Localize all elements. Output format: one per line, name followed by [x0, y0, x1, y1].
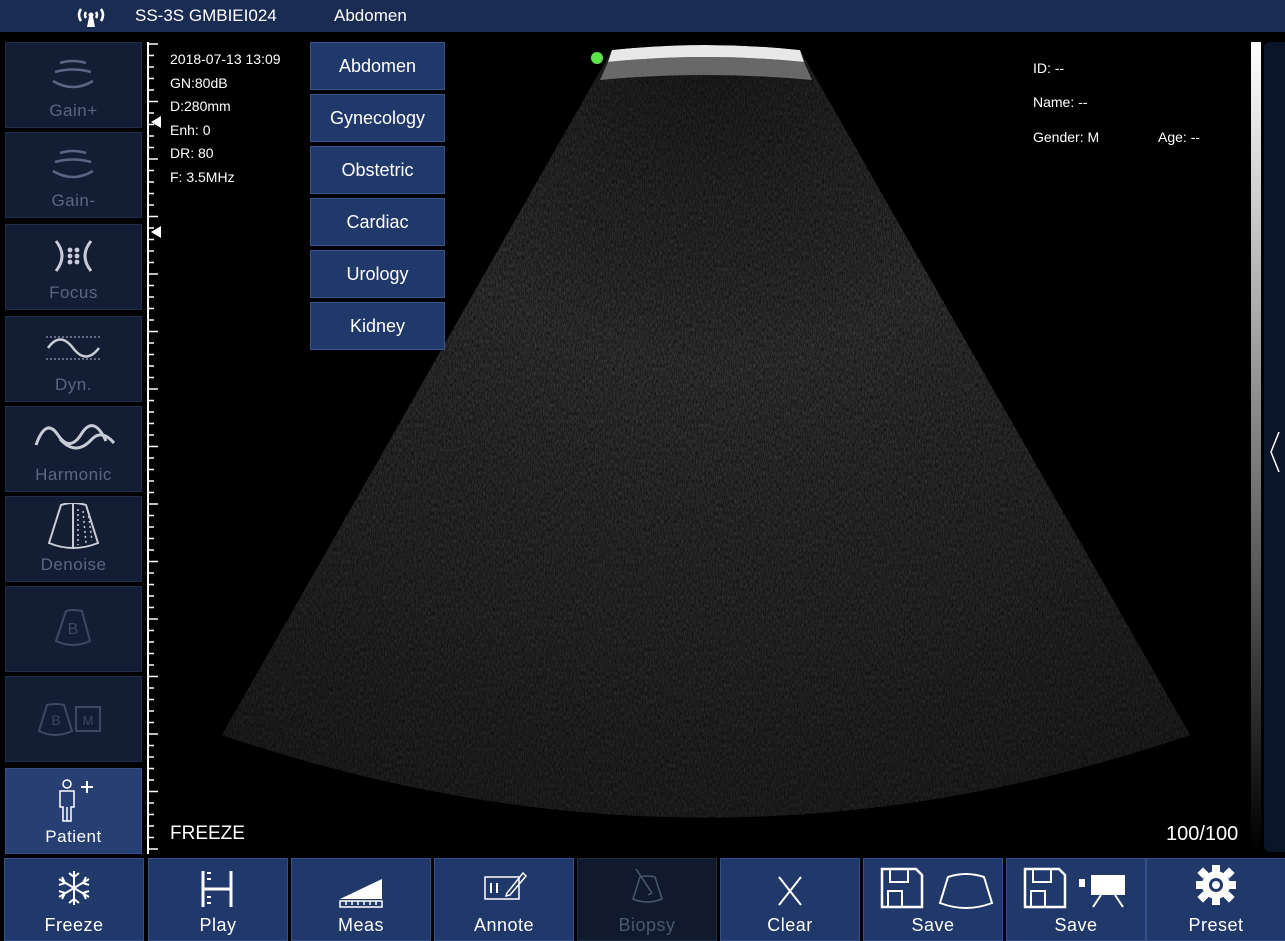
- measure-label: Meas: [337, 915, 384, 935]
- imaging-parameters: 2018-07-13 13:09 GN:80dB D:280mm Enh: 0 …: [170, 48, 281, 189]
- harmonic-label: Harmonic: [35, 465, 112, 484]
- b-mode-icon: B: [54, 609, 92, 646]
- frequency-value: F: 3.5MHz: [170, 168, 235, 185]
- harmonic-button[interactable]: Harmonic: [5, 406, 142, 492]
- bottom-toolbar: Freeze Play Meas Annote Biopsy Clear Sav…: [0, 856, 1285, 941]
- patient-id: ID: --: [1033, 60, 1065, 76]
- biopsy-button[interactable]: Biopsy: [577, 858, 717, 941]
- current-preset[interactable]: Abdomen: [334, 6, 407, 26]
- annotate-button[interactable]: Annote: [434, 858, 574, 941]
- patient-label: Patient: [45, 827, 102, 846]
- clear-label: Clear: [767, 915, 813, 935]
- gear-icon: [1196, 865, 1236, 905]
- bm-mode-button[interactable]: B M: [5, 676, 142, 762]
- patient-button[interactable]: Patient: [5, 768, 142, 854]
- save-image-label: Save: [911, 915, 955, 935]
- save-image-icon: [880, 867, 994, 909]
- preset-menu: Abdomen Gynecology Obstetric Cardiac Uro…: [310, 42, 445, 354]
- focus-marker[interactable]: [151, 116, 161, 128]
- chevron-left-icon: [1270, 431, 1280, 473]
- save-video-button[interactable]: Save: [1006, 858, 1146, 941]
- denoise-button[interactable]: Denoise: [5, 496, 142, 582]
- denoise-icon: [47, 503, 100, 549]
- side-panel-toggle[interactable]: [1264, 42, 1285, 852]
- exam-datetime: 2018-07-13 13:09: [170, 51, 281, 67]
- enhance-value: Enh: 0: [170, 121, 211, 138]
- svg-text:M: M: [83, 713, 94, 728]
- biopsy-icon: [632, 868, 663, 903]
- measure-ruler-icon: [339, 879, 383, 908]
- grayscale-bar: [1251, 42, 1261, 850]
- gain-down-icon: [52, 149, 94, 179]
- gain-down-label: Gain-: [51, 191, 96, 210]
- gain-value: GN:80dB: [170, 74, 228, 91]
- preset-urology[interactable]: Urology: [310, 250, 445, 298]
- gain-up-label: Gain+: [49, 101, 98, 120]
- freeze-label: Freeze: [44, 915, 104, 935]
- biopsy-label: Biopsy: [618, 915, 676, 935]
- dynamic-range-value: DR: 80: [170, 145, 214, 161]
- patient-name: Name: --: [1033, 94, 1088, 110]
- patient-age: Age: --: [1158, 129, 1201, 145]
- play-cine-icon: [201, 871, 233, 907]
- save-image-button[interactable]: Save: [863, 858, 1003, 941]
- focus-icon: [54, 240, 93, 272]
- save-video-label: Save: [1054, 915, 1098, 935]
- probe-orientation-indicator: [591, 52, 603, 64]
- freeze-button[interactable]: Freeze: [4, 858, 144, 941]
- preset-button[interactable]: Preset: [1146, 858, 1285, 941]
- frame-counter: 100/100: [1166, 823, 1239, 845]
- annotate-label: Annote: [473, 915, 535, 935]
- save-video-icon: [1023, 867, 1125, 909]
- harmonic-wave-icon: [34, 424, 116, 450]
- gain-down-button[interactable]: Gain-: [5, 132, 142, 218]
- patient-add-icon: [59, 779, 93, 822]
- preset-abdomen[interactable]: Abdomen: [310, 42, 445, 90]
- left-sidebar: Gain+ Gain- Focus Dyn. Harmonic Denoise …: [0, 42, 147, 858]
- denoise-label: Denoise: [40, 555, 107, 574]
- freeze-status: FREEZE: [170, 823, 245, 844]
- clear-x-icon: [778, 876, 802, 906]
- svg-text:B: B: [68, 621, 79, 638]
- svg-text:B: B: [51, 712, 60, 728]
- top-bar: SS-3S GMBIEI024 Abdomen: [0, 0, 1285, 32]
- depth-value: D:280mm: [170, 98, 231, 114]
- annotate-icon: [484, 871, 528, 900]
- gain-up-button[interactable]: Gain+: [5, 42, 142, 128]
- preset-kidney[interactable]: Kidney: [310, 302, 445, 350]
- play-label: Play: [199, 915, 237, 935]
- focus-label: Focus: [49, 283, 98, 302]
- patient-gender: Gender: M: [1033, 129, 1100, 145]
- dynamic-range-icon: [46, 336, 101, 360]
- clear-button[interactable]: Clear: [720, 858, 860, 941]
- preset-label: Preset: [1188, 915, 1244, 935]
- preset-obstetric[interactable]: Obstetric: [310, 146, 445, 194]
- snowflake-icon: [58, 871, 90, 905]
- play-button[interactable]: Play: [148, 858, 288, 941]
- bm-mode-icon: B M: [37, 703, 101, 736]
- measure-button[interactable]: Meas: [291, 858, 431, 941]
- preset-gynecology[interactable]: Gynecology: [310, 94, 445, 142]
- preset-cardiac[interactable]: Cardiac: [310, 198, 445, 246]
- device-name: SS-3S GMBIEI024: [135, 6, 277, 25]
- focus-button[interactable]: Focus: [5, 224, 142, 310]
- dynamic-range-button[interactable]: Dyn.: [5, 316, 142, 402]
- depth-ruler: [147, 42, 161, 854]
- dynamic-range-label: Dyn.: [55, 375, 92, 394]
- b-mode-button[interactable]: B: [5, 586, 142, 672]
- gain-up-icon: [52, 59, 94, 89]
- wireless-signal-icon: [77, 8, 105, 27]
